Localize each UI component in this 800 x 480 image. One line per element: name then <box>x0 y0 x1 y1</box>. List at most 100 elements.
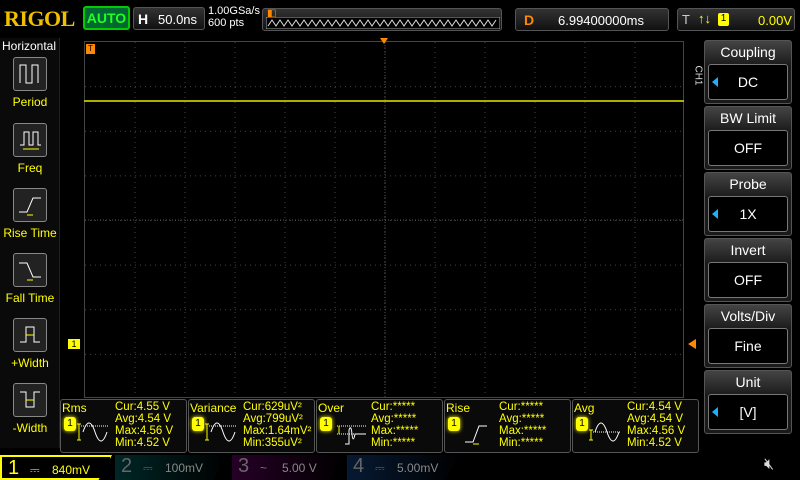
measurement-name: Avg <box>574 401 595 415</box>
menu-bw-limit[interactable]: BW Limit OFF <box>704 106 792 170</box>
source-badge: 1 <box>64 417 76 431</box>
measure-pos-width[interactable]: +Width <box>0 318 60 382</box>
freq-icon <box>13 123 47 157</box>
menu-title: BW Limit <box>720 110 776 126</box>
channel-4-button[interactable]: 4 ⎓ 5.00mV <box>347 455 459 480</box>
max-value: Max:4.56 V <box>627 425 686 437</box>
menu-invert[interactable]: Invert OFF <box>704 238 792 302</box>
ch1-offset-marker[interactable]: 1 <box>68 339 80 349</box>
channel-number: 3 <box>238 455 250 477</box>
menu-value[interactable]: OFF <box>708 262 788 298</box>
channel-3-button[interactable]: 3 ~5.00 V <box>232 455 344 480</box>
measurement-rise[interactable]: Rise 1 Cur:***** Avg:***** Max:***** Min:****… <box>444 399 571 453</box>
mute-icon[interactable]: 🔇︎ <box>764 456 774 474</box>
measurement-name: Rise <box>446 401 471 415</box>
menu-value-text: Fine <box>734 338 762 354</box>
menu-value[interactable]: DC <box>708 64 788 100</box>
measurement-rms[interactable]: Rms 1 Cur:4.55 V Avg:4.54 V Max:4.56 V Min:4.… <box>60 399 187 453</box>
coupling-icon: ⎓ <box>30 463 40 477</box>
coupling-icon: ⎓ <box>143 461 153 475</box>
min-value: Min:4.52 V <box>115 437 170 449</box>
channel-2-button[interactable]: 2 ⎓ 100mV <box>115 455 227 480</box>
channel-menu: Coupling DC BW Limit OFF Probe 1X Invert OFF Vol… <box>700 38 800 438</box>
delay-label: D <box>524 12 535 28</box>
menu-value-text: 1X <box>739 206 757 222</box>
pos-width-label: +Width <box>11 356 49 370</box>
measurement-name: Rms <box>62 401 87 415</box>
menu-value[interactable]: OFF <box>708 130 788 166</box>
rise-time-icon <box>13 188 47 222</box>
cur-value: Cur:***** <box>371 401 416 413</box>
rigol-logo: RIGOL <box>4 6 75 31</box>
channel-1-button[interactable]: 1 ⎓ 840mV <box>0 455 112 480</box>
measure-category[interactable]: Horizontal <box>2 39 56 53</box>
measurement-over[interactable]: Over 1 Cur:***** Avg:***** Max:***** Min:****… <box>316 399 443 453</box>
left-arrow-icon <box>712 77 718 87</box>
menu-value-text: OFF <box>734 140 762 156</box>
trigger-level-marker[interactable] <box>688 339 696 349</box>
period-icon <box>13 57 47 91</box>
menu-title: Invert <box>730 242 766 258</box>
waveform-overview[interactable]: ◧ <box>262 8 502 31</box>
menu-title: Volts/Div <box>720 308 776 324</box>
menu-unit[interactable]: Unit [V] <box>704 370 792 434</box>
menu-volts-div[interactable]: Volts/Div Fine <box>704 304 792 368</box>
timebase-box[interactable]: H 50.0ns <box>133 7 205 30</box>
rise-time-label: Rise Time <box>3 226 57 240</box>
menu-title: Probe <box>729 176 767 192</box>
avg-value: Avg:4.54 V <box>115 413 172 425</box>
delay-box[interactable]: D 6.99400000ms <box>515 8 669 31</box>
channel-scale: 100mV <box>165 461 204 475</box>
pos-width-icon <box>13 318 47 352</box>
rise-icon <box>465 425 487 445</box>
sample-rate: 1.00GSa/s <box>208 5 260 17</box>
trigger-box[interactable]: T ↑↓ 1 0.00V <box>677 8 795 31</box>
memory-depth: 600 pts <box>208 17 245 29</box>
coupling-icon: ~ <box>260 461 268 475</box>
menu-value[interactable]: [V] <box>708 394 788 430</box>
neg-width-label: -Width <box>12 421 48 435</box>
measure-fall-time[interactable]: Fall Time <box>0 253 60 317</box>
min-value: Min:4.52 V <box>627 437 682 449</box>
menu-value-text: [V] <box>739 404 757 420</box>
avg-value: Avg:799uV² <box>243 413 303 425</box>
source-badge: 1 <box>576 417 588 431</box>
channel-number: 1 <box>8 457 20 479</box>
menu-probe[interactable]: Probe 1X <box>704 172 792 236</box>
trigger-marker-t: T <box>86 44 95 54</box>
measure-rise-time[interactable]: Rise Time <box>0 188 60 252</box>
trigger-slope-icon: ↑↓ <box>698 11 711 26</box>
avg-icon <box>589 422 621 442</box>
max-value: Max:1.64mV² <box>243 425 312 437</box>
rms-icon <box>77 422 109 442</box>
measure-period[interactable]: Period <box>0 57 60 121</box>
menu-title: Unit <box>735 374 761 390</box>
menu-title: Coupling <box>720 44 776 60</box>
trigger-source: 1 <box>718 13 729 26</box>
coupling-icon: ⎓ <box>375 461 385 475</box>
measurement-name: Over <box>318 401 345 415</box>
trigger-level: 0.00V <box>758 13 792 28</box>
measurement-variance[interactable]: Variance 1 Cur:629uV² Avg:799uV² Max:1.64mV²… <box>188 399 315 453</box>
menu-coupling[interactable]: Coupling DC <box>704 40 792 104</box>
measure-neg-width[interactable]: -Width <box>0 383 60 447</box>
source-badge: 1 <box>320 417 332 431</box>
delay-value: 6.99400000ms <box>558 13 645 28</box>
measurement-name: Variance <box>190 401 237 415</box>
measure-freq[interactable]: Freq <box>0 123 60 187</box>
menu-value[interactable]: 1X <box>708 196 788 232</box>
run-mode-badge[interactable]: AUTO <box>83 6 130 30</box>
trigger-position-marker[interactable] <box>380 38 388 44</box>
ch1-trace <box>84 100 684 102</box>
menu-value[interactable]: Fine <box>708 328 788 364</box>
neg-width-icon <box>13 383 47 417</box>
avg-value: Avg:***** <box>499 413 545 425</box>
max-value: Max:4.56 V <box>115 425 174 437</box>
measurement-avg[interactable]: Avg 1 Cur:4.54 V Avg:4.54 V Max:4.56 V Min:4.… <box>572 399 699 453</box>
channel-scale: 5.00mV <box>397 461 439 475</box>
trigger-position-icon: ◧ <box>267 8 277 19</box>
sample-info: 1.00GSa/s 600 pts <box>208 5 260 29</box>
cur-value: Cur:629uV² <box>243 401 302 413</box>
timebase-value: 50.0ns <box>158 12 198 27</box>
waveform-grid[interactable] <box>84 41 685 399</box>
